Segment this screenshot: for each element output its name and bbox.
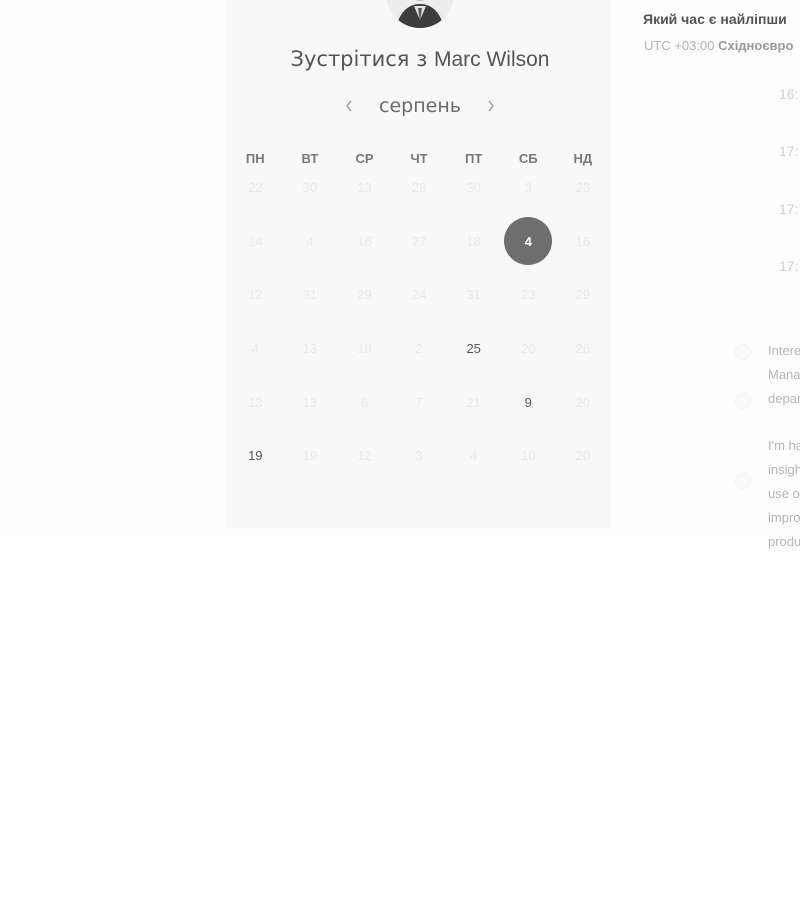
topic-radio[interactable]: [735, 344, 751, 360]
timezone-offset: UTC +03:00: [644, 38, 715, 53]
topic-radio[interactable]: [735, 473, 751, 489]
calendar-day: 26: [575, 341, 591, 357]
time-question-heading: Який час є найліпши: [643, 11, 787, 27]
topic-line: produ: [768, 534, 800, 549]
calendar-day: 10: [521, 448, 536, 464]
calendar-day: 30: [466, 180, 481, 196]
calendar-day: 20: [575, 394, 591, 410]
topic-option-2[interactable]: I'm ha insigh use o impro produ: [768, 434, 800, 554]
timezone-label[interactable]: UTC +03:00 Східноєвро: [644, 38, 793, 53]
calendar-day: 14: [248, 233, 263, 249]
calendar-day: 23: [521, 287, 536, 303]
calendar-day: 20: [521, 341, 536, 357]
calendar-day: 31: [466, 287, 481, 303]
month-navigation: серпень: [340, 92, 500, 120]
calendar-day: 13: [302, 394, 318, 410]
topic-line: insigh: [768, 462, 800, 477]
calendar-day: 31: [302, 287, 318, 303]
calendar-day: 23: [575, 180, 591, 196]
topic-line: use o: [768, 486, 800, 501]
calendar-day: 3: [524, 180, 532, 196]
calendar-day: 18: [466, 233, 481, 249]
calendar-day: 2: [415, 341, 423, 357]
calendar-day: 3: [415, 448, 423, 464]
calendar-day: 6: [360, 394, 369, 410]
calendar-day: 16: [357, 233, 372, 249]
topic-line: Intere: [768, 343, 800, 358]
calendar-day: 21: [466, 394, 481, 410]
calendar-grid: 22 30 13 28 30 3 23 14 4 16 27 18 4 16 12 31 29 24 31 23 29 4…: [228, 161, 612, 483]
topic-radio[interactable]: [735, 393, 751, 409]
calendar-day: 22: [248, 180, 263, 196]
calendar-day: 4: [251, 341, 259, 357]
topic-line: depar: [768, 391, 800, 406]
calendar-day: 19: [357, 341, 372, 357]
chevron-right-icon[interactable]: [482, 94, 500, 118]
time-slot[interactable]: 16:: [779, 86, 798, 102]
calendar-day: 12: [248, 287, 263, 303]
topic-line: Mana: [768, 367, 800, 382]
month-label: серпень: [379, 95, 461, 117]
calendar-day: 13: [248, 394, 263, 410]
time-slot[interactable]: 17:: [779, 143, 798, 159]
topic-line: I'm ha: [768, 438, 800, 453]
topic-line: impro: [768, 510, 800, 525]
calendar-day[interactable]: 25: [446, 322, 501, 376]
calendar-day: 28: [411, 180, 427, 196]
calendar-day: 27: [411, 233, 427, 249]
title-prefix: Зустрітися з: [290, 47, 428, 71]
calendar-day: 13: [357, 180, 372, 196]
calendar-day[interactable]: 9: [501, 375, 556, 429]
calendar-day: 24: [411, 287, 427, 303]
calendar-day[interactable]: 19: [228, 429, 283, 483]
calendar-day: 4: [470, 448, 478, 464]
calendar-day: 30: [302, 180, 318, 196]
calendar-day: 12: [357, 448, 372, 464]
selected-day-indicator: 4: [504, 217, 553, 266]
calendar-day: 13: [302, 341, 318, 357]
topic-option-1[interactable]: Intere Mana depar: [768, 339, 800, 411]
calendar-day: 16: [575, 233, 591, 249]
calendar-day: 7: [415, 394, 423, 410]
time-slot[interactable]: 17:: [779, 201, 798, 217]
calendar-day: 4: [306, 233, 314, 249]
chevron-left-icon[interactable]: [340, 94, 358, 118]
calendar-day: 19: [302, 448, 318, 464]
calendar-day[interactable]: 4: [501, 215, 556, 269]
timezone-name: Східноєвро: [718, 38, 794, 53]
host-name: Marc Wilson: [433, 48, 550, 71]
calendar-day: 29: [357, 287, 372, 303]
time-slot[interactable]: 17:: [779, 258, 798, 274]
calendar-day: 20: [575, 448, 591, 464]
calendar-day: 29: [575, 287, 591, 303]
